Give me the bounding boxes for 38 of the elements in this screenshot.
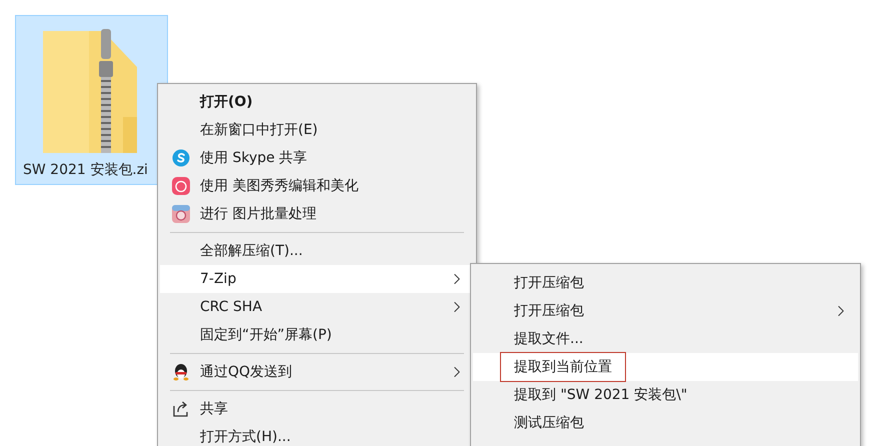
menu-item[interactable]: 打开方式(H)... [160, 423, 474, 446]
menu-item[interactable]: 打开压缩包 [473, 297, 858, 325]
menu-item-label: 使用 美图秀秀编辑和美化 [200, 177, 358, 195]
menu-item[interactable]: 固定到“开始”屏幕(P) [160, 321, 474, 349]
penguin-icon [172, 363, 190, 381]
menu-item-label: 在新窗口中打开(E) [200, 121, 318, 139]
menu-item-label: 进行 图片批量处理 [200, 205, 316, 223]
menu-item-label: 通过QQ发送到 [200, 363, 292, 381]
menu-item-label: 使用 Skype 共享 [200, 149, 308, 167]
menu-item-label: 打开压缩包 [514, 274, 584, 292]
zip-file[interactable]: SW 2021 安装包.zi [15, 15, 168, 185]
camera-app-icon [172, 177, 190, 195]
highlighted-label: 提取到当前位置 [500, 352, 626, 382]
menu-item-label: 共享 [200, 400, 228, 418]
menu-item[interactable]: 提取文件... [473, 325, 858, 353]
menu-item[interactable]: 通过QQ发送到 [160, 358, 474, 386]
menu-item[interactable]: 测试压缩包 [473, 409, 858, 437]
menu-item[interactable]: CRC SHA [160, 293, 474, 321]
menu-item-label: 提取到 "SW 2021 安装包\" [514, 386, 688, 404]
menu-item-label: 打开方式(H)... [200, 428, 291, 446]
menu-item-label: 全部解压缩(T)... [200, 242, 303, 260]
menu-item[interactable]: 共享 [160, 395, 474, 423]
file-name: SW 2021 安装包.zi [23, 161, 148, 179]
menu-item-label: CRC SHA [200, 299, 262, 315]
share-icon [172, 400, 190, 418]
skype-icon [172, 149, 190, 167]
menu-item[interactable]: 全部解压缩(T)... [160, 237, 474, 265]
menu-item-label: 测试压缩包 [514, 414, 584, 432]
menu-item-label: 打开压缩包 [514, 302, 584, 320]
photo-app-icon [172, 205, 190, 223]
menu-item-label: 打开(O) [200, 93, 253, 111]
menu-item-label: 固定到“开始”屏幕(P) [200, 326, 332, 344]
menu-item[interactable]: 提取到当前位置 [473, 353, 858, 381]
menu-item[interactable]: 提取到 "SW 2021 安装包\" [473, 381, 858, 409]
menu-item[interactable]: 进行 图片批量处理 [160, 200, 474, 228]
menu-item[interactable]: 打开压缩包 [473, 269, 858, 297]
menu-item-label: 提取文件... [514, 330, 584, 348]
menu-item-label: 7-Zip [200, 271, 236, 287]
